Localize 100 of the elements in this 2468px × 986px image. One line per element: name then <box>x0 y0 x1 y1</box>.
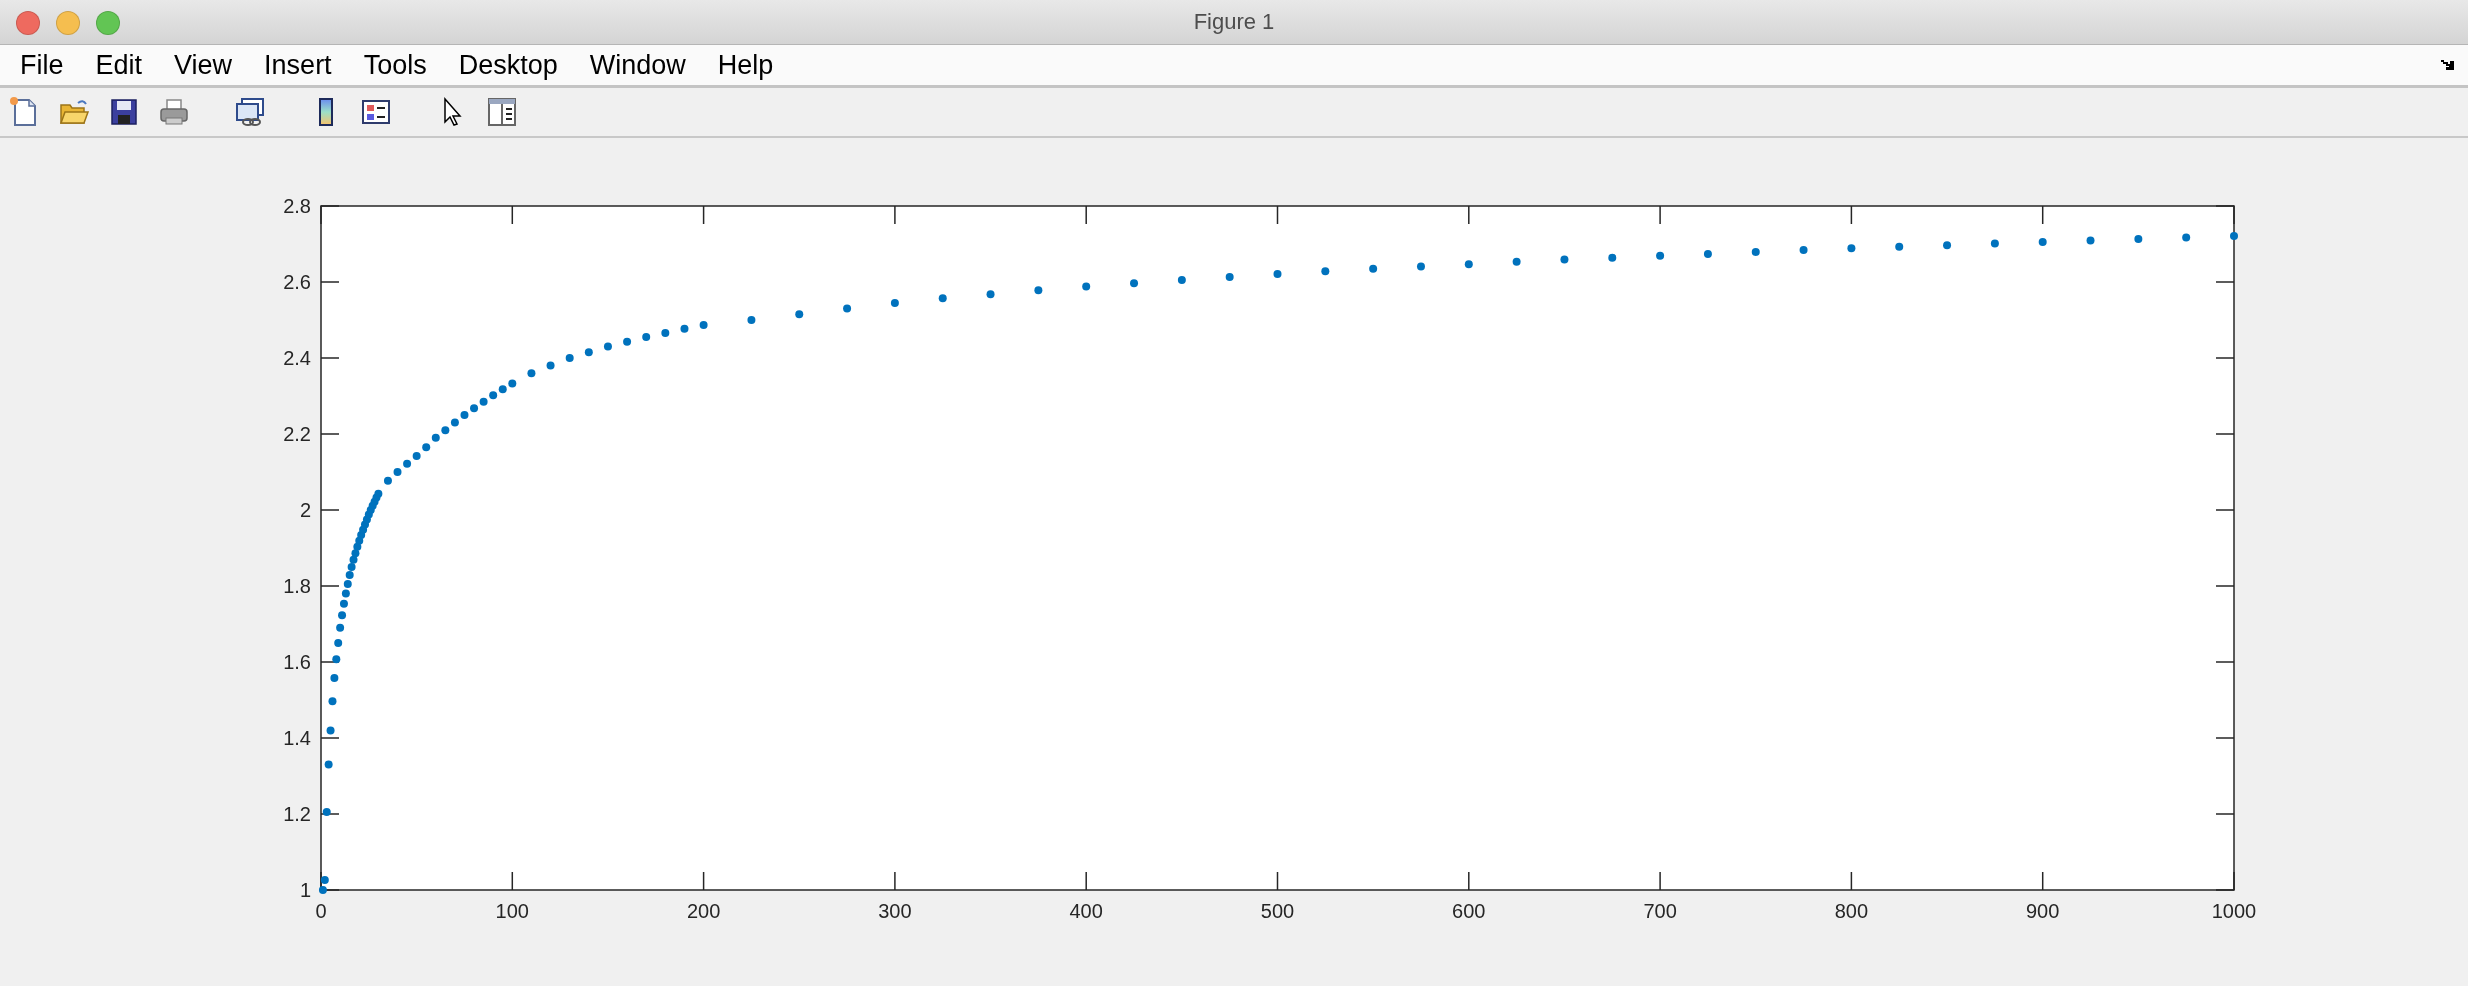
data-point <box>680 324 689 333</box>
data-point <box>1177 276 1186 285</box>
data-point <box>1273 270 1282 278</box>
data-point <box>527 369 536 378</box>
data-point <box>332 655 341 664</box>
menu-item[interactable]: Desktop <box>442 49 574 81</box>
window-title: Figure 1 <box>1193 9 1275 35</box>
data-point <box>1321 267 1330 276</box>
data-point <box>699 320 708 329</box>
y-tick-label: 1.6 <box>283 651 311 673</box>
y-tick-label: 2.2 <box>283 423 311 445</box>
x-tick-label: 800 <box>1834 900 1869 922</box>
menu-item[interactable]: Tools <box>347 49 443 81</box>
data-point <box>1130 279 1139 288</box>
x-tick-label: 300 <box>878 900 912 922</box>
property-panel-icon[interactable] <box>486 96 518 128</box>
data-point <box>1895 242 1904 251</box>
data-point <box>498 385 507 394</box>
printer-icon[interactable] <box>158 96 190 128</box>
data-point <box>338 611 347 620</box>
data-point <box>1464 260 1473 269</box>
data-point <box>489 391 498 400</box>
data-point <box>353 542 362 551</box>
data-point <box>324 760 333 769</box>
data-point <box>450 418 459 427</box>
data-point <box>1799 246 1808 255</box>
data-point <box>441 426 450 435</box>
data-point <box>479 397 488 406</box>
data-point <box>330 673 339 682</box>
data-point <box>1751 248 1760 256</box>
menu-item[interactable]: View <box>158 49 249 81</box>
data-point <box>341 589 350 598</box>
data-point <box>1082 282 1091 291</box>
menu-item[interactable]: Help <box>701 49 790 81</box>
data-point <box>355 536 364 545</box>
menu-item[interactable]: Window <box>573 49 702 81</box>
y-tick-label: 1.8 <box>283 575 311 597</box>
x-tick-label: 700 <box>1643 900 1677 922</box>
x-tick-label: 500 <box>1260 900 1295 922</box>
x-tick-label: 200 <box>686 900 721 922</box>
dock-arrow-icon[interactable] <box>2440 58 2456 72</box>
data-point <box>328 697 337 706</box>
data-point <box>546 361 555 370</box>
data-point <box>843 304 852 313</box>
y-tick-label: 2.6 <box>283 271 311 293</box>
close-button[interactable] <box>16 11 40 35</box>
data-point <box>349 555 358 564</box>
data-point <box>584 348 593 357</box>
data-point <box>2038 238 2047 247</box>
data-point <box>1608 253 1617 262</box>
x-tick-label: 600 <box>1452 900 1486 922</box>
linked-windows-icon[interactable] <box>234 96 266 128</box>
data-point <box>2182 233 2191 242</box>
data-point <box>412 452 421 461</box>
data-point <box>1369 264 1378 273</box>
data-point <box>1703 249 1712 258</box>
data-point <box>470 404 479 413</box>
data-point <box>374 489 383 498</box>
data-point <box>1034 286 1043 295</box>
x-tick-label: 400 <box>1069 900 1103 922</box>
x-tick-label: 100 <box>495 900 529 922</box>
data-point <box>1512 257 1521 266</box>
data-point <box>343 580 352 589</box>
data-point <box>642 333 651 342</box>
data-point <box>890 298 899 307</box>
data-point <box>1847 244 1856 253</box>
data-point <box>565 354 574 362</box>
data-point <box>2134 235 2143 244</box>
data-point <box>1225 273 1234 282</box>
data-point <box>661 328 670 337</box>
menu-item[interactable]: File <box>4 49 80 81</box>
y-tick-label: 2 <box>299 499 311 521</box>
data-point <box>322 808 331 817</box>
y-tick-label: 1.4 <box>283 727 311 749</box>
menu-item[interactable]: Insert <box>248 49 348 81</box>
data-point <box>383 476 392 485</box>
data-point <box>339 599 348 608</box>
data-point <box>334 639 343 647</box>
data-point <box>1656 251 1665 260</box>
data-point <box>1416 262 1425 271</box>
data-point <box>986 290 995 299</box>
data-point <box>431 433 440 442</box>
data-point <box>508 379 517 388</box>
menu-item[interactable]: Edit <box>79 49 159 81</box>
data-point <box>326 726 335 735</box>
y-tick-label: 1.2 <box>283 803 311 825</box>
y-tick-label: 2.4 <box>283 347 311 369</box>
data-point <box>2230 232 2238 240</box>
x-tick-label: 0 <box>315 900 327 922</box>
data-point <box>938 294 947 303</box>
data-point <box>623 337 632 346</box>
y-tick-label: 1 <box>299 879 311 901</box>
y-tick-label: 2.8 <box>283 195 311 217</box>
data-point <box>603 342 612 351</box>
data-point <box>403 459 412 468</box>
data-point <box>747 316 756 324</box>
data-point <box>320 876 329 885</box>
data-point <box>1560 255 1569 264</box>
x-tick-label: 900 <box>2026 900 2060 922</box>
data-point <box>359 525 368 534</box>
